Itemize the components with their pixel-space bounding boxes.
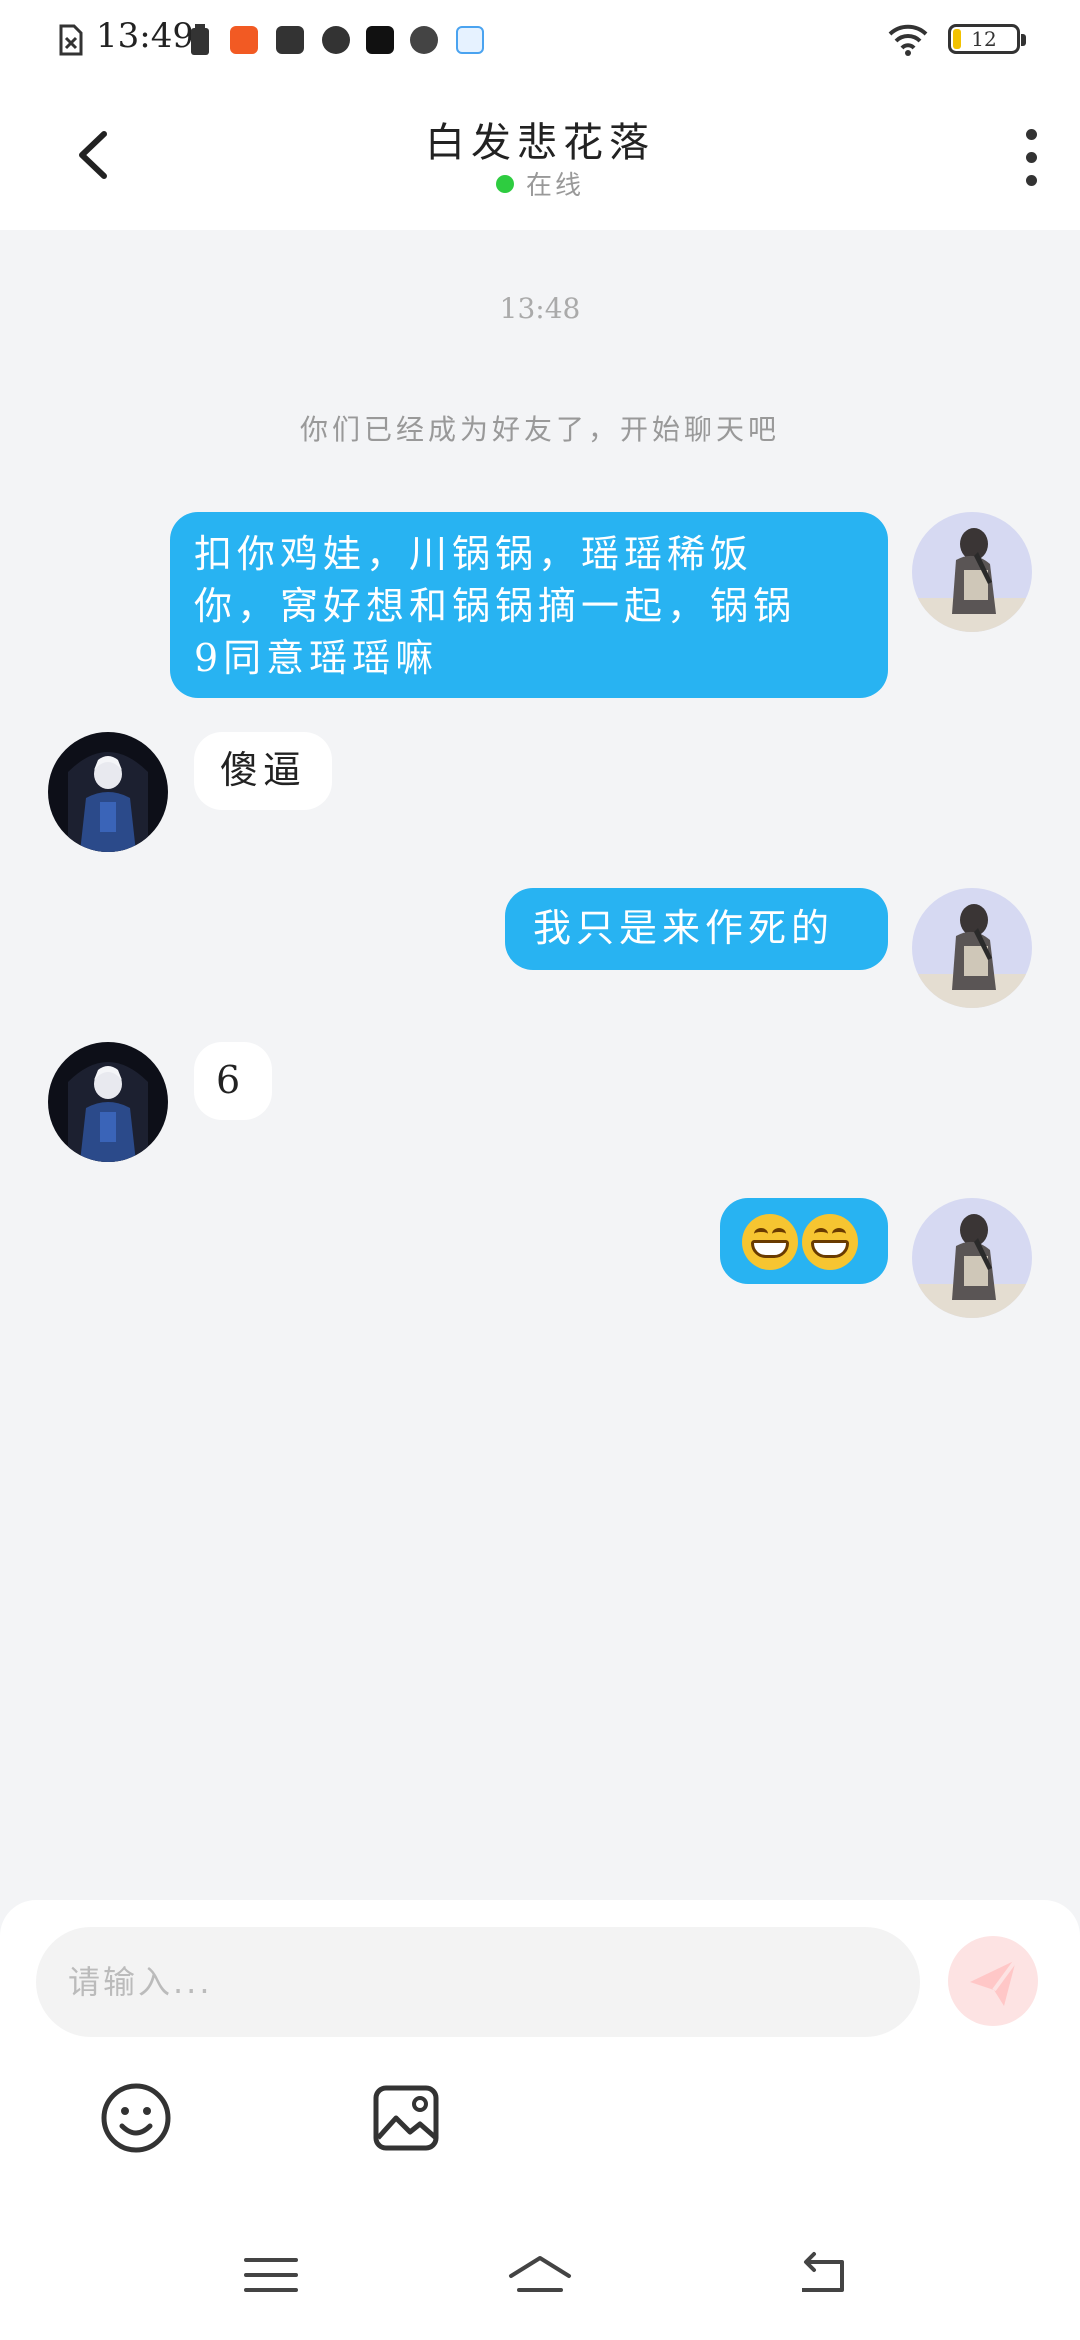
image-button[interactable] bbox=[368, 2080, 444, 2156]
page-title: 白发悲花落 bbox=[425, 120, 655, 166]
online-status: 在线 bbox=[0, 165, 1080, 202]
message-text: 傻逼 bbox=[220, 748, 307, 792]
message-input[interactable] bbox=[36, 1927, 920, 2037]
menu-button[interactable] bbox=[236, 2240, 306, 2310]
message-line: 扣你鸡娃，川锅锅，瑶瑶稀饭 bbox=[194, 532, 754, 576]
my-avatar-image bbox=[912, 512, 1032, 632]
message-text: 我只是来作死的 bbox=[533, 906, 835, 950]
file-x-icon bbox=[59, 24, 83, 56]
incoming-message[interactable]: 傻逼 bbox=[194, 732, 332, 810]
my-avatar-image bbox=[912, 1198, 1032, 1318]
send-button[interactable] bbox=[948, 1936, 1038, 2026]
battery-fill bbox=[953, 29, 961, 49]
more-dot-icon bbox=[1026, 129, 1037, 140]
more-dot-icon bbox=[1026, 175, 1037, 186]
message-text: 6 bbox=[216, 1058, 246, 1102]
contact-avatar[interactable] bbox=[48, 1042, 168, 1162]
play-icon bbox=[322, 26, 350, 54]
online-status-label: 在线 bbox=[525, 171, 584, 201]
grinning-face-icon bbox=[742, 1213, 798, 1270]
outgoing-message[interactable]: 扣你鸡娃，川锅锅，瑶瑶稀饭 你，窝好想和锅锅摘一起，锅锅 9同意瑶瑶嘛 bbox=[170, 512, 888, 698]
speedometer-icon bbox=[410, 26, 438, 54]
system-message: 你们已经成为好友了，开始聊天吧 bbox=[299, 413, 780, 446]
app-100-icon bbox=[456, 26, 484, 54]
incoming-message[interactable]: 6 bbox=[194, 1042, 272, 1120]
battery-level: 12 bbox=[971, 27, 997, 51]
my-avatar-image bbox=[912, 888, 1032, 1008]
battery-indicator: 12 bbox=[948, 24, 1026, 54]
send-icon bbox=[970, 1958, 1018, 2006]
contact-avatar-image bbox=[48, 732, 168, 852]
contact-avatar[interactable] bbox=[48, 732, 168, 852]
chat-timestamp: 13:48 bbox=[499, 292, 581, 325]
status-time: 13:49 bbox=[96, 16, 194, 56]
message-line: 9同意瑶瑶嘛 bbox=[194, 636, 439, 680]
battery-tip bbox=[1021, 34, 1026, 46]
home-button[interactable] bbox=[505, 2240, 575, 2310]
my-avatar[interactable] bbox=[912, 1198, 1032, 1318]
more-options-button[interactable] bbox=[1010, 125, 1050, 190]
my-avatar[interactable] bbox=[912, 888, 1032, 1008]
inbox-icon bbox=[276, 26, 304, 54]
online-dot-icon bbox=[495, 174, 514, 193]
more-dot-icon bbox=[1026, 152, 1037, 163]
outgoing-message[interactable]: 我只是来作死的 bbox=[505, 888, 888, 970]
contact-avatar-image bbox=[48, 1042, 168, 1162]
status-bar: 13:49 12 bbox=[0, 0, 1080, 80]
my-avatar[interactable] bbox=[912, 512, 1032, 632]
battery-small-icon bbox=[191, 24, 209, 55]
grinning-face-icon bbox=[802, 1213, 858, 1270]
back-nav-button[interactable] bbox=[788, 2240, 858, 2310]
app-orange-icon bbox=[230, 26, 258, 54]
outgoing-message[interactable] bbox=[720, 1198, 888, 1284]
capcut-icon bbox=[366, 26, 394, 54]
emoji-button[interactable] bbox=[98, 2080, 174, 2156]
message-line: 你，窝好想和锅锅摘一起，锅锅 bbox=[194, 584, 797, 628]
chat-header: 白发悲花落 在线 bbox=[0, 80, 1080, 230]
system-nav-bar bbox=[0, 2210, 1080, 2340]
wifi-icon bbox=[888, 24, 928, 56]
